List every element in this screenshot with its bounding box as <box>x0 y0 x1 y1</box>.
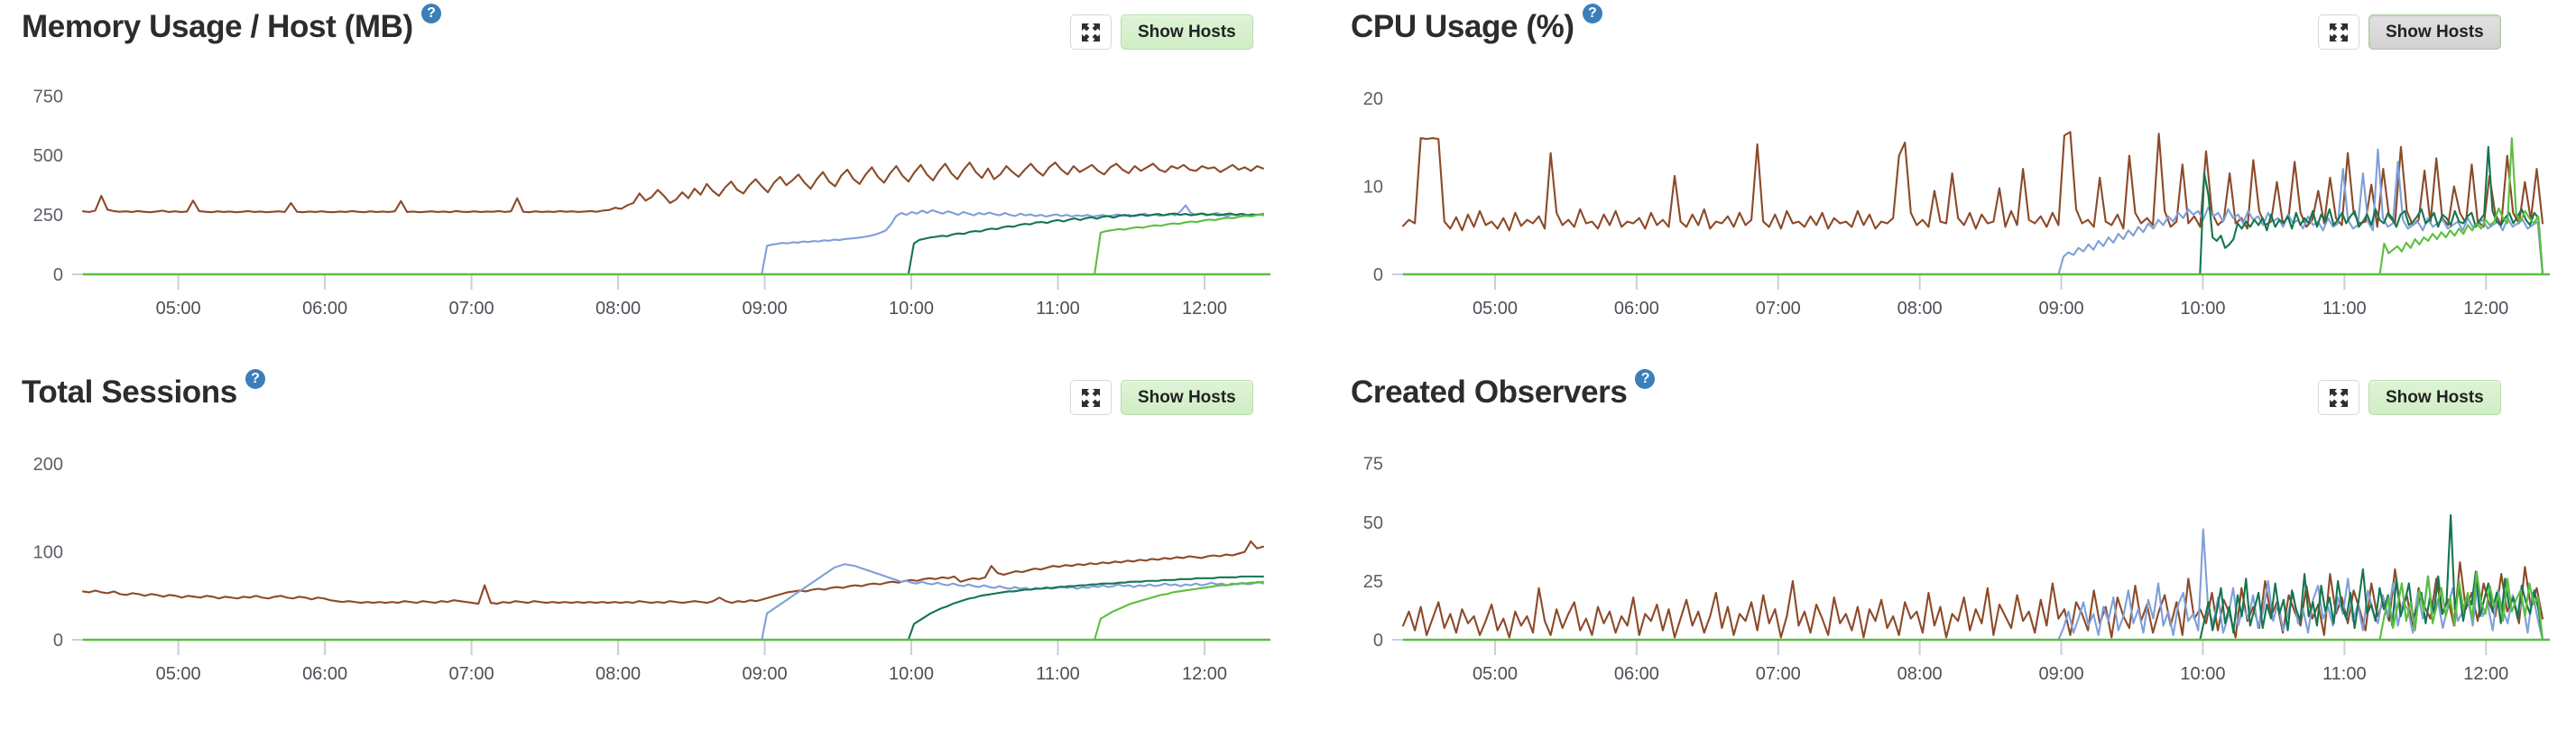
panel-header: Memory Usage / Host (MB)? Show Hosts <box>0 0 1329 56</box>
panel-toolbar: Show Hosts <box>1070 380 1253 415</box>
question-circle-icon[interactable]: ? <box>245 369 265 389</box>
svg-text:0: 0 <box>1373 265 1383 285</box>
svg-text:12:00: 12:00 <box>1182 299 1227 319</box>
panel-created-observers: Created Observers? Show Hosts 0 25 50 75… <box>1329 365 2576 730</box>
svg-text:10:00: 10:00 <box>2180 299 2225 319</box>
show-hosts-button[interactable]: Show Hosts <box>1121 380 1253 415</box>
page-title: CPU Usage (%)? <box>1351 4 1602 45</box>
svg-text:250: 250 <box>33 206 63 226</box>
svg-text:07:00: 07:00 <box>1756 299 1801 319</box>
svg-text:05:00: 05:00 <box>156 299 201 319</box>
svg-text:06:00: 06:00 <box>1614 299 1659 319</box>
panel-cpu-usage: CPU Usage (%)? Show Hosts 0 10 20 05:00 … <box>1329 0 2576 365</box>
svg-text:09:00: 09:00 <box>743 664 788 684</box>
svg-text:10:00: 10:00 <box>889 664 934 684</box>
svg-text:500: 500 <box>33 146 63 166</box>
panel-toolbar: Show Hosts <box>2318 380 2501 415</box>
expand-button[interactable] <box>2318 380 2359 415</box>
svg-text:08:00: 08:00 <box>596 299 641 319</box>
svg-text:75: 75 <box>1363 455 1383 475</box>
page-title: Total Sessions? <box>22 369 265 411</box>
svg-text:06:00: 06:00 <box>1614 664 1659 684</box>
svg-text:25: 25 <box>1363 572 1383 592</box>
svg-text:11:00: 11:00 <box>1036 664 1080 684</box>
panel-total-sessions: Total Sessions? Show Hosts 0 100 200 05:… <box>0 365 1329 730</box>
page-title: Memory Usage / Host (MB)? <box>22 4 441 45</box>
panel-title-text: Memory Usage / Host (MB) <box>22 9 413 44</box>
svg-text:11:00: 11:00 <box>1036 299 1080 319</box>
svg-text:08:00: 08:00 <box>1897 299 1943 319</box>
show-hosts-button[interactable]: Show Hosts <box>2368 14 2501 50</box>
svg-text:06:00: 06:00 <box>302 299 347 319</box>
panel-toolbar: Show Hosts <box>2318 14 2501 50</box>
svg-text:11:00: 11:00 <box>2322 664 2367 684</box>
panel-header: CPU Usage (%)? Show Hosts <box>1329 0 2576 56</box>
panel-header: Total Sessions? Show Hosts <box>0 365 1329 421</box>
question-circle-icon[interactable]: ? <box>1582 4 1602 23</box>
svg-text:10:00: 10:00 <box>889 299 934 319</box>
expand-arrows-icon <box>1081 23 1101 42</box>
question-circle-icon[interactable]: ? <box>420 4 441 23</box>
svg-text:07:00: 07:00 <box>449 299 494 319</box>
svg-text:12:00: 12:00 <box>2463 664 2508 684</box>
svg-text:0: 0 <box>1373 631 1383 651</box>
expand-arrows-icon <box>2329 388 2349 408</box>
chart-svg: 0 250 500 750 05:00 06:00 07:00 08:00 09:00 10:00… <box>33 87 1270 319</box>
svg-text:09:00: 09:00 <box>743 299 788 319</box>
svg-text:05:00: 05:00 <box>1473 664 1518 684</box>
chart-total-sessions[interactable]: 0 100 200 05:00 06:00 07:00 08:00 09:00 10:00 11:… <box>0 421 1329 728</box>
chart-svg: 0 25 50 75 05:00 06:00 07:00 08:00 09:00 10:00 11:… <box>1363 455 2550 684</box>
show-hosts-button[interactable]: Show Hosts <box>1121 14 1253 50</box>
svg-text:07:00: 07:00 <box>1756 664 1801 684</box>
expand-arrows-icon <box>2329 23 2349 42</box>
svg-text:09:00: 09:00 <box>2039 299 2084 319</box>
svg-text:200: 200 <box>33 455 63 475</box>
chart-cpu-usage[interactable]: 0 10 20 05:00 06:00 07:00 08:00 09:00 10:00 11:00… <box>1329 56 2576 363</box>
panel-title-text: Total Sessions <box>22 374 237 410</box>
panel-memory-usage: Memory Usage / Host (MB)? Show Hosts 0 2… <box>0 0 1329 365</box>
chart-svg: 0 10 20 05:00 06:00 07:00 08:00 09:00 10:00 11:00… <box>1363 89 2550 319</box>
svg-text:750: 750 <box>33 87 63 106</box>
panel-title-text: CPU Usage (%) <box>1351 9 1574 44</box>
expand-button[interactable] <box>1070 380 1112 415</box>
svg-text:0: 0 <box>53 265 63 285</box>
svg-text:12:00: 12:00 <box>1182 664 1227 684</box>
svg-text:05:00: 05:00 <box>1473 299 1518 319</box>
expand-button[interactable] <box>1070 14 1112 50</box>
panel-title-text: Created Observers <box>1351 374 1628 410</box>
svg-text:20: 20 <box>1363 89 1383 109</box>
chart-memory-usage[interactable]: 0 250 500 750 05:00 06:00 07:00 08:00 09:00 10:00… <box>0 56 1329 363</box>
svg-text:09:00: 09:00 <box>2039 664 2084 684</box>
svg-text:11:00: 11:00 <box>2322 299 2367 319</box>
expand-button[interactable] <box>2318 14 2359 50</box>
svg-text:12:00: 12:00 <box>2463 299 2508 319</box>
page-title: Created Observers? <box>1351 369 1656 411</box>
chart-svg: 0 100 200 05:00 06:00 07:00 08:00 09:00 10:00 11:… <box>33 455 1270 684</box>
svg-text:08:00: 08:00 <box>1897 664 1943 684</box>
svg-text:07:00: 07:00 <box>449 664 494 684</box>
chart-created-observers[interactable]: 0 25 50 75 05:00 06:00 07:00 08:00 09:00 10:00 11:… <box>1329 421 2576 728</box>
svg-text:05:00: 05:00 <box>156 664 201 684</box>
show-hosts-button[interactable]: Show Hosts <box>2368 380 2501 415</box>
dashboard-grid: Memory Usage / Host (MB)? Show Hosts 0 2… <box>0 0 2576 730</box>
svg-text:100: 100 <box>33 543 63 563</box>
svg-text:50: 50 <box>1363 513 1383 533</box>
svg-text:10:00: 10:00 <box>2180 664 2225 684</box>
svg-text:0: 0 <box>53 631 63 651</box>
panel-header: Created Observers? Show Hosts <box>1329 365 2576 421</box>
svg-text:06:00: 06:00 <box>302 664 347 684</box>
expand-arrows-icon <box>1081 388 1101 408</box>
svg-text:10: 10 <box>1363 178 1383 198</box>
svg-text:08:00: 08:00 <box>596 664 641 684</box>
question-circle-icon[interactable]: ? <box>1635 369 1656 389</box>
panel-toolbar: Show Hosts <box>1070 14 1253 50</box>
